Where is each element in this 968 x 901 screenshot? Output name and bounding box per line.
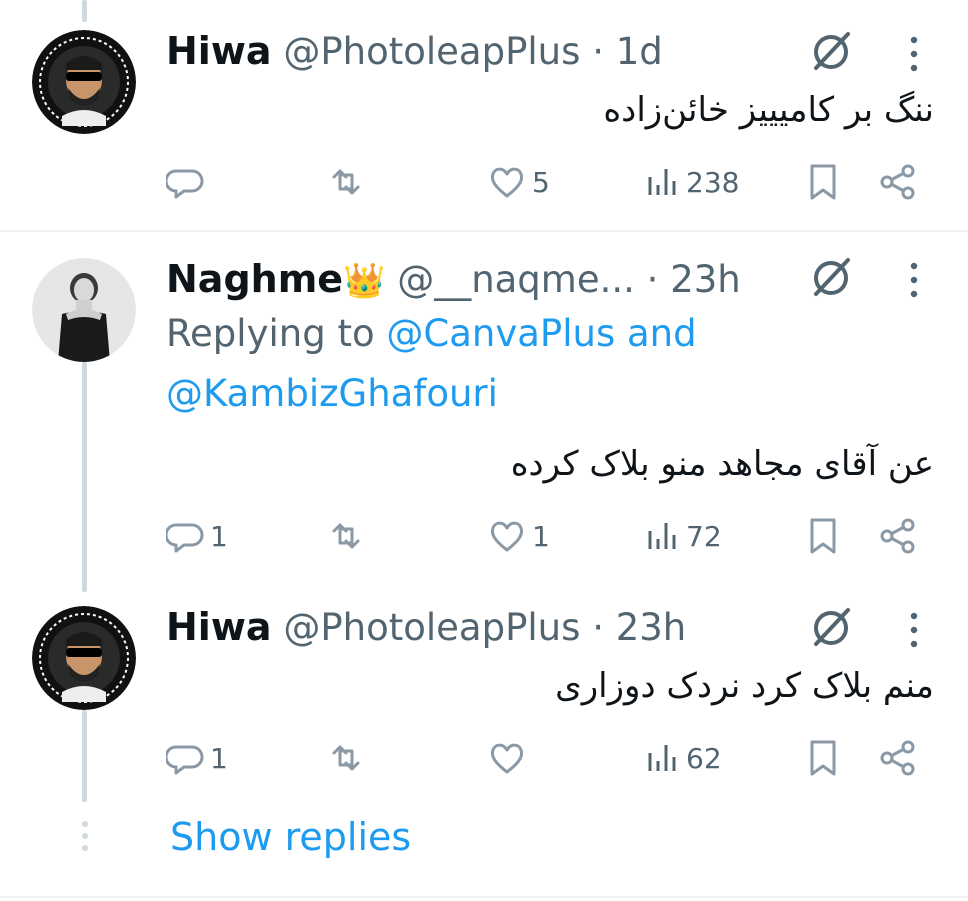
share-button[interactable] xyxy=(878,160,918,204)
retweet-button[interactable] xyxy=(326,514,366,558)
mention-link[interactable]: @CanvaPlus xyxy=(386,312,615,355)
tweet-divider xyxy=(0,230,968,232)
avatar-image xyxy=(32,606,136,710)
avatar[interactable] xyxy=(32,30,136,134)
reply-button[interactable] xyxy=(166,160,210,204)
bookmark-button[interactable] xyxy=(806,736,840,780)
grok-icon[interactable] xyxy=(808,254,854,300)
retweet-icon xyxy=(332,169,360,195)
tweet-header: Hiwa @PhotoleapPlus · 1d xyxy=(166,26,818,76)
share-icon xyxy=(880,740,915,776)
display-name[interactable]: Hiwa xyxy=(166,605,272,649)
reply-icon xyxy=(166,169,204,199)
view-count: 72 xyxy=(686,519,722,553)
view-count: 238 xyxy=(686,165,740,199)
more-icon[interactable] xyxy=(909,260,919,300)
avatar[interactable] xyxy=(32,606,136,710)
like-button[interactable]: 5 xyxy=(488,160,550,204)
like-button[interactable]: 1 xyxy=(488,514,550,558)
replying-to: Replying to @CanvaPlus and @KambizGhafou… xyxy=(166,304,928,424)
like-icon xyxy=(490,521,524,552)
display-name[interactable]: Hiwa xyxy=(166,29,272,73)
like-count: 1 xyxy=(532,519,550,553)
tweet-text: عن آقای مجاهد منو بلاک کرده xyxy=(510,444,934,484)
timestamp[interactable]: 23h xyxy=(670,258,741,301)
separator: · xyxy=(646,258,659,301)
separator: · xyxy=(592,606,604,649)
user-handle[interactable]: @PhotoleapPlus xyxy=(283,606,580,649)
like-icon xyxy=(490,167,524,198)
display-name[interactable]: Naghme xyxy=(166,257,343,301)
thread-line xyxy=(82,0,87,22)
thread-dots-icon xyxy=(82,821,88,851)
like-button[interactable] xyxy=(488,736,532,780)
tweet-divider xyxy=(0,896,968,898)
avatar-image xyxy=(32,258,136,362)
views-icon xyxy=(648,745,676,771)
share-icon xyxy=(880,164,915,200)
tweet-header: Naghme👑 @__naqme... · 23h xyxy=(166,254,818,304)
grok-icon[interactable] xyxy=(808,28,854,74)
thread-line xyxy=(82,710,87,802)
and-word: and xyxy=(627,312,697,355)
tweet-header: Hiwa @PhotoleapPlus · 23h xyxy=(166,602,818,652)
bookmark-button[interactable] xyxy=(806,160,840,204)
crown-emoji: 👑 xyxy=(343,261,386,301)
reply-count: 1 xyxy=(210,519,228,553)
share-button[interactable] xyxy=(878,736,918,780)
share-icon xyxy=(880,518,915,554)
view-count: 62 xyxy=(686,741,722,775)
tweet-thread: Hiwa @PhotoleapPlus · 1d ننگ بر کامیییز … xyxy=(0,0,968,901)
user-handle[interactable]: @__naqme... xyxy=(397,258,635,301)
reply-count: 1 xyxy=(210,741,228,775)
mention-link[interactable]: @KambizGhafouri xyxy=(166,372,498,415)
reply-icon xyxy=(166,745,204,775)
avatar-image xyxy=(32,30,136,134)
reply-icon xyxy=(166,523,204,553)
tweet-text: ننگ بر کامیییز خائن‌زاده xyxy=(603,90,934,130)
tweet-text: منم بلاک کرد نردک دوزاری xyxy=(555,666,934,706)
views-button[interactable]: 72 xyxy=(646,514,722,558)
bookmark-icon xyxy=(810,740,836,776)
views-button[interactable]: 238 xyxy=(646,160,739,204)
share-button[interactable] xyxy=(878,514,918,558)
grok-icon[interactable] xyxy=(808,604,854,650)
bookmark-icon xyxy=(810,164,836,200)
bookmark-icon xyxy=(810,518,836,554)
retweet-button[interactable] xyxy=(326,160,366,204)
like-count: 5 xyxy=(532,165,550,199)
retweet-icon xyxy=(332,523,360,549)
avatar[interactable] xyxy=(32,258,136,362)
views-icon xyxy=(648,523,676,549)
like-icon xyxy=(490,743,524,774)
reply-button[interactable]: 1 xyxy=(166,736,228,780)
retweet-button[interactable] xyxy=(326,736,366,780)
bookmark-button[interactable] xyxy=(806,514,840,558)
show-replies-link[interactable]: Show replies xyxy=(170,812,411,862)
views-button[interactable]: 62 xyxy=(646,736,722,780)
retweet-icon xyxy=(332,745,360,771)
separator: · xyxy=(592,30,604,73)
timestamp[interactable]: 1d xyxy=(616,30,663,73)
timestamp[interactable]: 23h xyxy=(616,606,687,649)
more-icon[interactable] xyxy=(909,610,919,650)
more-icon[interactable] xyxy=(909,34,919,74)
views-icon xyxy=(648,169,676,195)
replying-to-label: Replying to xyxy=(166,312,375,355)
thread-line xyxy=(82,362,87,592)
reply-button[interactable]: 1 xyxy=(166,514,228,558)
user-handle[interactable]: @PhotoleapPlus xyxy=(283,30,580,73)
